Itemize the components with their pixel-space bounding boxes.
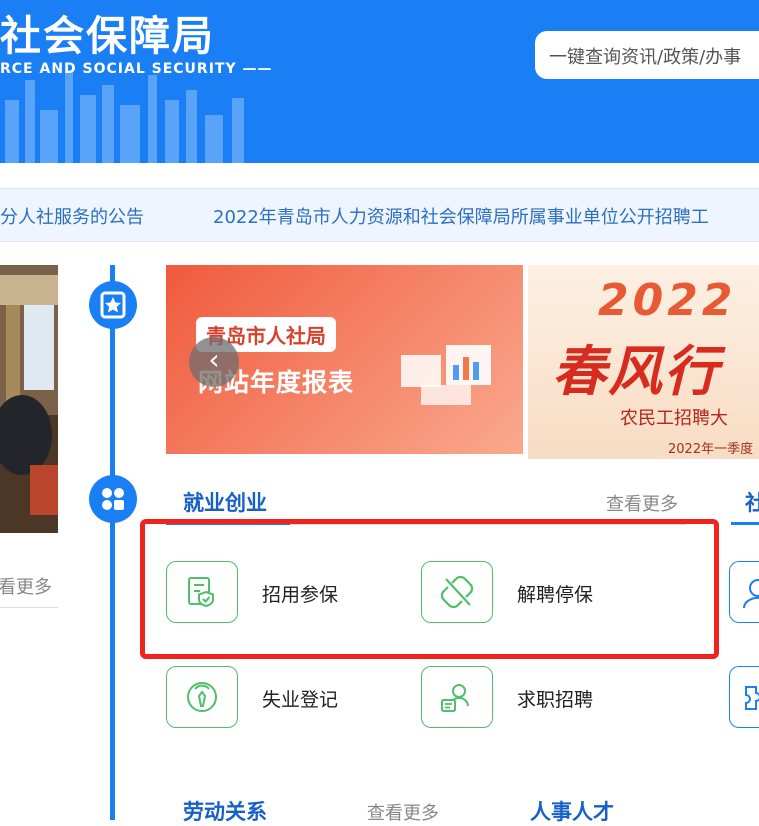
highlight-box [140,519,719,659]
timeline-bar [110,265,115,820]
site-logo-subtitle: RCE AND SOCIAL SECURITY —— [0,61,273,77]
banner-spring-campaign[interactable]: 2022 春风行 农民工招聘大 2022年一季度 [528,265,759,459]
service-label[interactable]: 失业登记 [262,685,338,712]
site-header: 社会保障局 RCE AND SOCIAL SECURITY —— 一键查询资讯/… [0,0,759,163]
left-more-link[interactable]: 看更多 [0,573,52,599]
person-card-icon [441,684,469,712]
banner-date: 2022年一季度 [668,442,754,457]
chevron-left-icon: ‹ [208,343,220,376]
search-placeholder: 一键查询资讯/政策/办事 [549,47,742,68]
report-illustration [401,345,491,405]
notice-ticker: 分人社服务的公告 2022年青岛市人力资源和社会保障局所属事业单位公开招聘工 [0,188,759,242]
notice-item[interactable]: 分人社服务的公告 [0,203,144,229]
site-logo-title[interactable]: 社会保障局 [0,2,215,62]
partial-service-button[interactable] [729,666,759,728]
service-job-recruit-button[interactable] [421,666,493,728]
news-photo[interactable] [0,265,58,533]
person-tie-icon [187,682,217,712]
tab-employment[interactable]: 就业创业 [183,487,267,517]
tab-labor-relations[interactable]: 劳动关系 [183,796,267,826]
service-label[interactable]: 求职招聘 [517,685,593,712]
apps-grid-icon [89,475,137,523]
photo-image [0,265,58,533]
puzzle-icon [745,686,759,710]
labor-more-link[interactable]: 查看更多 [367,799,439,825]
service-unemployment-register-button[interactable] [166,666,238,728]
employment-more-link[interactable]: 查看更多 [606,490,678,516]
partial-service-button[interactable] [729,561,759,623]
carousel-prev-button[interactable]: ‹ [189,337,239,387]
notice-item[interactable]: 2022年青岛市人力资源和社会保障局所属事业单位公开招聘工 [213,203,709,229]
search-input[interactable]: 一键查询资讯/政策/办事 [535,31,759,79]
person-icon [742,579,759,609]
banner-year: 2022 [598,275,737,326]
tab-underline [731,522,759,525]
banner-subtitle: 农民工招聘大 [620,408,728,429]
banner-main-title: 春风行 [552,340,720,403]
divider [0,607,58,608]
tab-social-partial[interactable]: 社 [745,487,759,517]
star-badge-icon [89,281,137,329]
tab-personnel[interactable]: 人事人才 [530,796,614,826]
